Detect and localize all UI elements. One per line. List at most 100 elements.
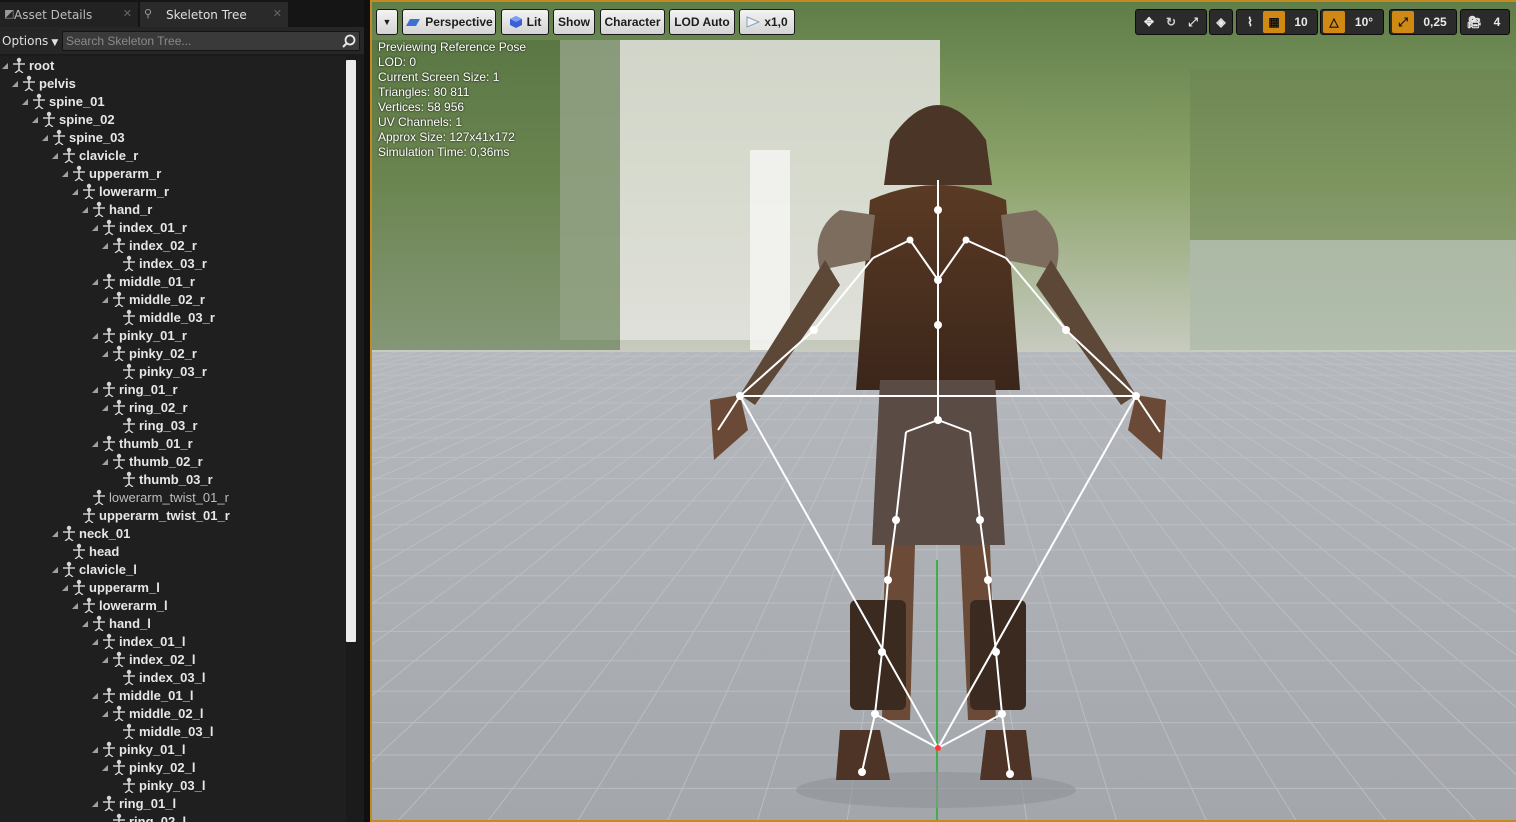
bone-row[interactable]: pinky_03_l: [110, 776, 206, 794]
camera-speed-value[interactable]: 4: [1487, 11, 1507, 33]
character-button[interactable]: Character: [600, 9, 665, 35]
expand-arrow-icon[interactable]: ◢: [90, 691, 100, 700]
expand-arrow-icon[interactable]: ◢: [90, 439, 100, 448]
search-input[interactable]: [66, 33, 336, 49]
perspective-button[interactable]: Perspective: [402, 9, 496, 35]
bone-row[interactable]: ◢ ring_01_r: [90, 380, 178, 398]
bone-row[interactable]: ◢ pinky_02_l: [100, 758, 196, 776]
bone-row[interactable]: ◢ neck_01: [50, 524, 130, 542]
bone-row[interactable]: index_03_r: [110, 254, 207, 272]
expand-arrow-icon[interactable]: ◢: [100, 241, 110, 250]
bone-row[interactable]: lowerarm_twist_01_r: [80, 488, 229, 506]
bone-row[interactable]: ◢ middle_01_l: [90, 686, 193, 704]
options-dropdown[interactable]: Options ▼: [2, 31, 58, 51]
bone-row[interactable]: ◢ clavicle_l: [50, 560, 137, 578]
bone-row[interactable]: ◢ middle_01_r: [90, 272, 195, 290]
expand-arrow-icon[interactable]: ◢: [30, 115, 40, 124]
expand-arrow-icon[interactable]: ◢: [50, 529, 60, 538]
bone-row[interactable]: ◢ pinky_01_l: [90, 740, 186, 758]
tab-close-icon[interactable]: ✕: [123, 7, 132, 20]
bone-row[interactable]: thumb_03_r: [110, 470, 213, 488]
bone-row[interactable]: ◢ index_01_r: [90, 218, 187, 236]
expand-arrow-icon[interactable]: ◢: [60, 583, 70, 592]
bone-row[interactable]: ◢ clavicle_r: [50, 146, 138, 164]
bone-row[interactable]: head: [60, 542, 119, 560]
expand-arrow-icon[interactable]: ◢: [100, 403, 110, 412]
expand-arrow-icon[interactable]: ◢: [100, 295, 110, 304]
expand-arrow-icon[interactable]: ◢: [0, 61, 10, 70]
bone-row[interactable]: ◢ pelvis: [10, 74, 76, 92]
expand-arrow-icon[interactable]: ◢: [50, 565, 60, 574]
bone-row[interactable]: ◢ spine_03: [40, 128, 125, 146]
search-box[interactable]: [62, 31, 360, 51]
expand-arrow-icon[interactable]: ◢: [80, 619, 90, 628]
expand-arrow-icon[interactable]: ◢: [50, 151, 60, 160]
playback-speed-button[interactable]: x1,0: [739, 9, 795, 35]
bone-row[interactable]: ◢ index_02_r: [100, 236, 197, 254]
bone-row[interactable]: ◢ spine_01: [20, 92, 105, 110]
bone-row[interactable]: ring_02_l: [100, 812, 186, 822]
scrollbar-thumb[interactable]: [346, 60, 356, 642]
bone-row[interactable]: ◢ thumb_02_r: [100, 452, 203, 470]
expand-arrow-icon[interactable]: ◢: [90, 277, 100, 286]
bone-row[interactable]: ◢ middle_02_l: [100, 704, 203, 722]
bone-row[interactable]: ◢ ring_01_l: [90, 794, 176, 812]
scale-tool-icon[interactable]: ⤢: [1182, 11, 1204, 33]
tab-skeleton-tree[interactable]: ⚲ Skeleton Tree ✕: [140, 2, 288, 27]
tab-asset-details[interactable]: ◩ Asset Details ✕: [0, 2, 138, 27]
bone-row[interactable]: ring_03_r: [110, 416, 198, 434]
bone-row[interactable]: ◢ pinky_01_r: [90, 326, 187, 344]
lod-button[interactable]: LOD Auto: [669, 9, 735, 35]
rotation-snap-value[interactable]: 10°: [1347, 11, 1381, 33]
tab-close-icon[interactable]: ✕: [273, 7, 282, 20]
bone-row[interactable]: ◢ upperarm_l: [60, 578, 160, 596]
surface-snap-icon[interactable]: ⌇: [1239, 11, 1261, 33]
grid-snap-toggle-icon[interactable]: ▦: [1263, 11, 1285, 33]
scale-snap-toggle-icon[interactable]: ⤢: [1392, 11, 1414, 33]
bone-row[interactable]: index_03_l: [110, 668, 206, 686]
bone-row[interactable]: ◢ lowerarm_l: [70, 596, 168, 614]
rotation-snap-toggle-icon[interactable]: △: [1323, 11, 1345, 33]
scale-snap-value[interactable]: 0,25: [1416, 11, 1454, 33]
expand-arrow-icon[interactable]: ◢: [90, 385, 100, 394]
bone-row[interactable]: ◢ hand_r: [80, 200, 152, 218]
expand-arrow-icon[interactable]: ◢: [90, 331, 100, 340]
expand-arrow-icon[interactable]: ◢: [90, 745, 100, 754]
expand-arrow-icon[interactable]: ◢: [100, 709, 110, 718]
bone-row[interactable]: ◢ lowerarm_r: [70, 182, 169, 200]
expand-arrow-icon[interactable]: ◢: [90, 799, 100, 808]
expand-arrow-icon[interactable]: ◢: [100, 349, 110, 358]
expand-arrow-icon[interactable]: ◢: [100, 457, 110, 466]
expand-arrow-icon[interactable]: ◢: [90, 223, 100, 232]
bone-row[interactable]: ◢ index_02_l: [100, 650, 196, 668]
expand-arrow-icon[interactable]: ◢: [70, 601, 80, 610]
viewport-options-button[interactable]: ▼: [376, 9, 398, 35]
expand-arrow-icon[interactable]: ◢: [80, 205, 90, 214]
bone-row[interactable]: ◢ spine_02: [30, 110, 115, 128]
bone-row[interactable]: ◢ pinky_02_r: [100, 344, 197, 362]
bone-row[interactable]: ◢ thumb_01_r: [90, 434, 193, 452]
world-space-icon[interactable]: ◈: [1211, 11, 1231, 33]
bone-row[interactable]: upperarm_twist_01_r: [70, 506, 230, 524]
rotate-tool-icon[interactable]: ↻: [1160, 11, 1182, 33]
expand-arrow-icon[interactable]: ◢: [60, 169, 70, 178]
bone-row[interactable]: ◢ root: [0, 56, 54, 74]
lit-button[interactable]: Lit: [501, 9, 549, 35]
bone-row[interactable]: ◢ upperarm_r: [60, 164, 161, 182]
bone-row[interactable]: ◢ hand_l: [80, 614, 151, 632]
bone-row[interactable]: ◢ index_01_l: [90, 632, 186, 650]
expand-arrow-icon[interactable]: ◢: [100, 763, 110, 772]
grid-snap-value[interactable]: 10: [1287, 11, 1315, 33]
bone-row[interactable]: middle_03_l: [110, 722, 213, 740]
bone-row[interactable]: middle_03_r: [110, 308, 215, 326]
search-icon[interactable]: [341, 33, 357, 49]
expand-arrow-icon[interactable]: ◢: [40, 133, 50, 142]
expand-arrow-icon[interactable]: ◢: [100, 655, 110, 664]
translate-tool-icon[interactable]: ✥: [1138, 11, 1160, 33]
camera-speed-icon[interactable]: 🎥︎: [1463, 11, 1485, 33]
expand-arrow-icon[interactable]: ◢: [10, 79, 20, 88]
bone-row[interactable]: pinky_03_r: [110, 362, 207, 380]
expand-arrow-icon[interactable]: ◢: [90, 637, 100, 646]
bone-row[interactable]: ◢ middle_02_r: [100, 290, 205, 308]
bone-row[interactable]: ◢ ring_02_r: [100, 398, 188, 416]
